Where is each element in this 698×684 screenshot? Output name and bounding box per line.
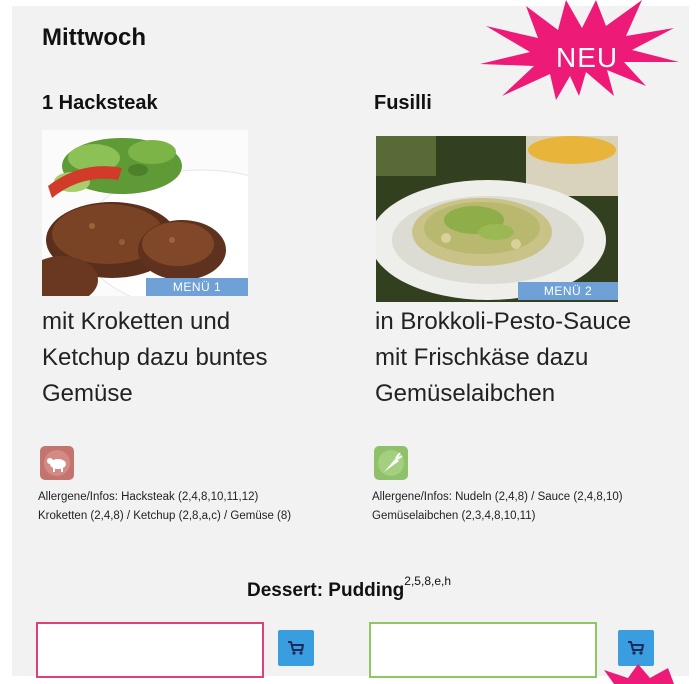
menu2-description-line: mit Frischkäse dazu (375, 344, 589, 371)
menu1-quantity-input[interactable] (36, 622, 264, 678)
menu1-description-line: Ketchup dazu buntes (42, 344, 268, 371)
menu2-description-line: Gemüselaibchen (375, 380, 556, 407)
menu2-allergen-line: Allergene/Infos: Nudeln (2,4,8) / Sauce … (372, 491, 623, 503)
fusilli-image (376, 136, 618, 302)
menu2-add-to-cart-button[interactable] (618, 630, 654, 666)
cart-icon (288, 641, 304, 655)
menu1-add-to-cart-button[interactable] (278, 630, 314, 666)
lamb-icon (40, 446, 74, 480)
menu1-description-line: mit Kroketten und (42, 308, 231, 335)
menu2-allergens: Allergene/Infos: Nudeln (2,4,8) / Sauce … (372, 488, 623, 526)
menu1-allergen-line: Kroketten (2,4,8) / Ketchup (2,8,a,c) / … (38, 510, 292, 522)
menu2-photo: MENÜ 2 (376, 136, 618, 302)
menu1-title: 1 Hacksteak (42, 92, 158, 114)
next-badge-fragment (604, 664, 674, 684)
menu1-description-line: Gemüse (42, 380, 133, 407)
dessert-allergens: 2,5,8,e,h (404, 574, 452, 588)
menu2-description: in Brokkoli-Pesto-Sauce mit Frischkäse d… (375, 304, 675, 412)
menu1-photo: MENÜ 1 (42, 130, 248, 296)
menu2-tag: MENÜ 2 (518, 282, 618, 300)
menu1-allergens: Allergene/Infos: Hacksteak (2,4,8,10,11,… (38, 488, 291, 526)
menu2-quantity-input[interactable] (369, 622, 597, 678)
dessert-label: Dessert: Pudding (246, 580, 405, 601)
carrot-icon (374, 446, 408, 480)
menu2-description-line: in Brokkoli-Pesto-Sauce (375, 308, 632, 335)
menu1-description: mit Kroketten und Ketchup dazu buntes Ge… (42, 304, 342, 412)
new-badge-label: NEU (556, 42, 619, 73)
menu1-allergen-line: Allergene/Infos: Hacksteak (2,4,8,10,11,… (38, 491, 259, 503)
hacksteak-image (42, 130, 248, 296)
menu2-title: Fusilli (374, 92, 432, 114)
day-title: Mittwoch (42, 24, 146, 51)
dessert-line: Dessert: Pudding2,5,8,e,h (0, 574, 698, 602)
menu1-tag: MENÜ 1 (146, 278, 248, 296)
cart-icon (628, 641, 644, 655)
menu2-allergen-line: Gemüselaibchen (2,3,4,8,10,11) (372, 510, 536, 522)
